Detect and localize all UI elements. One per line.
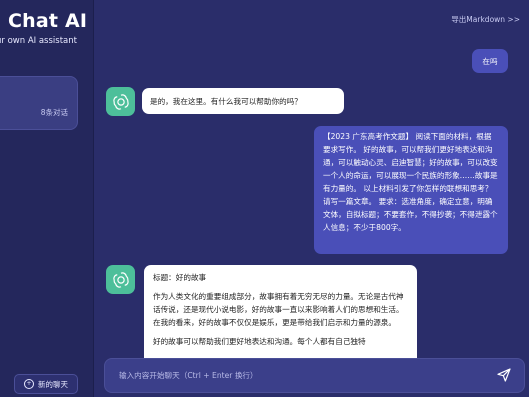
chat-input[interactable]: 输入内容开始聊天（Ctrl + Enter 换行） (104, 358, 525, 393)
user-message: 【2023 广东高考作文题】 阅读下面的材料，根据要求写作。 好的故事，可以帮我… (314, 126, 508, 254)
brand-title: Chat AI (8, 10, 88, 32)
conversation-count: 8条对话 (40, 108, 68, 117)
brand-subtitle: ur own AI assistant (0, 36, 77, 46)
assistant-message: 是的，我在这里。有什么我可以帮助你的吗？ (142, 88, 344, 114)
openai-logo-icon (112, 93, 129, 110)
user-message: 在吗 (472, 49, 508, 73)
new-chat-label: 新的聊天 (38, 379, 68, 389)
assistant-message: 标题：好的故事 作为人类文化的重要组成部分，故事拥有着无穷无尽的力量。无论是古代… (144, 265, 417, 370)
new-chat-button[interactable]: + 新的聊天 (14, 374, 78, 394)
assistant-avatar (106, 265, 135, 294)
chat-input-placeholder: 输入内容开始聊天（Ctrl + Enter 换行） (119, 371, 258, 380)
openai-logo-icon (112, 271, 129, 288)
essay-paragraph: 作为人类文化的重要组成部分，故事拥有着无穷无尽的力量。无论是古代神话传说，还是现… (153, 292, 404, 327)
plus-circle-icon: + (24, 379, 34, 389)
send-icon[interactable] (496, 367, 512, 383)
chat-main: 导出Markdown >> 在吗 是的，我在这里。有什么我可以帮助你的吗？ 【2… (94, 0, 529, 397)
message-text: 【2023 广东高考作文题】 阅读下面的材料，根据要求写作。 好的故事，可以帮我… (323, 132, 498, 232)
essay-paragraph: 好的故事可以帮助我们更好地表达和沟通。每个人都有自己独特 (153, 337, 366, 346)
assistant-avatar (106, 87, 135, 116)
message-text: 是的，我在这里。有什么我可以帮助你的吗？ (150, 96, 302, 106)
export-markdown-link[interactable]: 导出Markdown >> (451, 14, 520, 25)
essay-title: 标题：好的故事 (153, 273, 207, 282)
message-text: 在吗 (482, 56, 498, 66)
sidebar: Chat AI ur own AI assistant 8条对话 + 新的聊天 (0, 0, 94, 397)
conversation-item[interactable]: 8条对话 (0, 76, 78, 130)
